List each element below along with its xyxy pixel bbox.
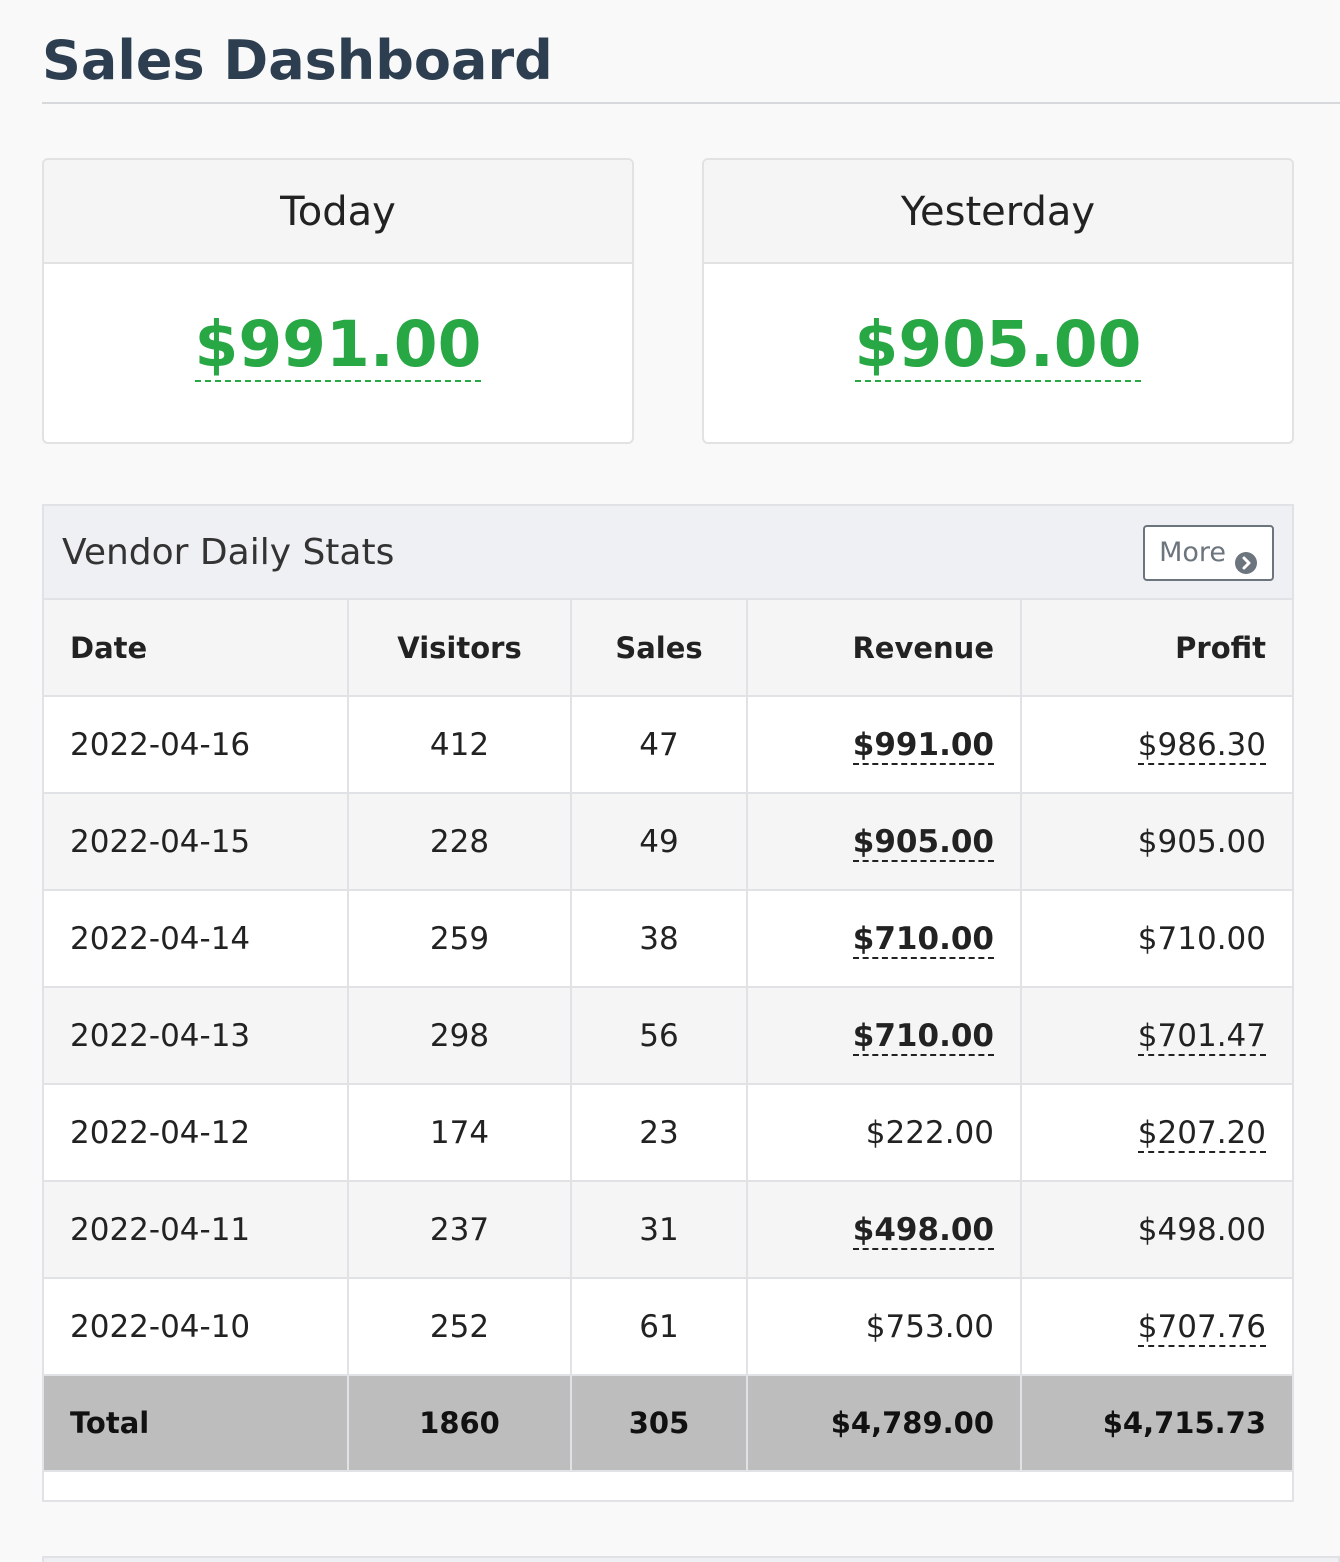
- next-panel-edge: [42, 1556, 1340, 1562]
- cell-sales: 47: [570, 695, 748, 794]
- yesterday-card: Yesterday $905.00: [702, 158, 1294, 444]
- cell-visitors: 252: [347, 1277, 572, 1376]
- cell-sales: 61: [570, 1277, 748, 1376]
- table-row: 2022-04-11 237 31 $498.00 $498.00: [44, 1180, 1292, 1279]
- cell-profit: $498.00: [1020, 1180, 1292, 1279]
- yesterday-card-body: $905.00: [704, 264, 1292, 382]
- cell-revenue: $710.00: [746, 986, 1022, 1085]
- cell-date: 2022-04-16: [44, 695, 349, 794]
- cell-revenue: $905.00: [746, 792, 1022, 891]
- profit-link[interactable]: $701.47: [1137, 1017, 1266, 1056]
- revenue-link[interactable]: $710.00: [852, 920, 994, 959]
- cell-sales: 56: [570, 986, 748, 1085]
- page-title: Sales Dashboard: [42, 29, 553, 92]
- table-row: 2022-04-13 298 56 $710.00 $701.47: [44, 986, 1292, 1085]
- revenue-link[interactable]: $498.00: [852, 1211, 994, 1250]
- vendor-stats-table: Date Visitors Sales Revenue Profit 2022-…: [44, 600, 1292, 1472]
- table-row: 2022-04-16 412 47 $991.00 $986.30: [44, 695, 1292, 794]
- cell-date: 2022-04-10: [44, 1277, 349, 1376]
- cell-revenue: $498.00: [746, 1180, 1022, 1279]
- table-row: 2022-04-15 228 49 $905.00 $905.00: [44, 792, 1292, 891]
- column-header-sales: Sales: [570, 600, 748, 697]
- cell-sales: 23: [570, 1083, 748, 1182]
- column-header-profit: Profit: [1020, 600, 1292, 697]
- column-header-revenue: Revenue: [746, 600, 1022, 697]
- profit-link[interactable]: $986.30: [1137, 726, 1266, 765]
- title-divider: [42, 102, 1340, 104]
- column-header-visitors: Visitors: [347, 600, 572, 697]
- cell-visitors: 298: [347, 986, 572, 1085]
- cell-revenue: $991.00: [746, 695, 1022, 794]
- more-button-label: More: [1159, 537, 1226, 568]
- vendor-daily-stats-panel: Vendor Daily Stats More Date Visitors Sa…: [42, 504, 1294, 1502]
- total-sales: 305: [570, 1374, 748, 1472]
- cell-profit: $701.47: [1020, 986, 1292, 1085]
- total-visitors: 1860: [347, 1374, 572, 1472]
- column-header-date: Date: [44, 600, 349, 697]
- table-row: 2022-04-12 174 23 $222.00 $207.20: [44, 1083, 1292, 1182]
- cell-date: 2022-04-11: [44, 1180, 349, 1279]
- cell-revenue: $710.00: [746, 889, 1022, 988]
- cell-profit: $710.00: [1020, 889, 1292, 988]
- cell-date: 2022-04-14: [44, 889, 349, 988]
- cell-profit: $986.30: [1020, 695, 1292, 794]
- table-header-row: Date Visitors Sales Revenue Profit: [44, 600, 1292, 697]
- today-card-header: Today: [44, 160, 632, 264]
- profit-link[interactable]: $207.20: [1137, 1114, 1266, 1153]
- chevron-circle-right-icon: [1234, 541, 1258, 574]
- cell-date: 2022-04-12: [44, 1083, 349, 1182]
- cell-visitors: 174: [347, 1083, 572, 1182]
- yesterday-amount-link[interactable]: $905.00: [854, 310, 1142, 382]
- table-total-row: Total 1860 305 $4,789.00 $4,715.73: [44, 1374, 1292, 1472]
- cell-visitors: 412: [347, 695, 572, 794]
- cell-sales: 38: [570, 889, 748, 988]
- revenue-link[interactable]: $991.00: [852, 726, 994, 765]
- cell-profit: $905.00: [1020, 792, 1292, 891]
- cell-profit: $707.76: [1020, 1277, 1292, 1376]
- cell-revenue: $222.00: [746, 1083, 1022, 1182]
- today-amount-link[interactable]: $991.00: [194, 310, 482, 382]
- cell-date: 2022-04-15: [44, 792, 349, 891]
- revenue-link[interactable]: $710.00: [852, 1017, 994, 1056]
- cell-profit: $207.20: [1020, 1083, 1292, 1182]
- sales-dashboard-page: Sales Dashboard Today $991.00 Yesterday …: [0, 0, 1340, 1562]
- total-revenue: $4,789.00: [746, 1374, 1022, 1472]
- cell-date: 2022-04-13: [44, 986, 349, 1085]
- cell-revenue: $753.00: [746, 1277, 1022, 1376]
- profit-link[interactable]: $707.76: [1137, 1308, 1266, 1347]
- cell-visitors: 259: [347, 889, 572, 988]
- cell-sales: 31: [570, 1180, 748, 1279]
- yesterday-card-header: Yesterday: [704, 160, 1292, 264]
- cell-visitors: 228: [347, 792, 572, 891]
- total-profit: $4,715.73: [1020, 1374, 1292, 1472]
- more-button[interactable]: More: [1143, 525, 1274, 581]
- cell-sales: 49: [570, 792, 748, 891]
- today-card-body: $991.00: [44, 264, 632, 382]
- table-row: 2022-04-14 259 38 $710.00 $710.00: [44, 889, 1292, 988]
- table-row: 2022-04-10 252 61 $753.00 $707.76: [44, 1277, 1292, 1376]
- panel-title: Vendor Daily Stats: [62, 532, 395, 573]
- cell-visitors: 237: [347, 1180, 572, 1279]
- today-card: Today $991.00: [42, 158, 634, 444]
- panel-header: Vendor Daily Stats More: [44, 506, 1292, 600]
- total-label: Total: [44, 1374, 349, 1472]
- revenue-link[interactable]: $905.00: [852, 823, 994, 862]
